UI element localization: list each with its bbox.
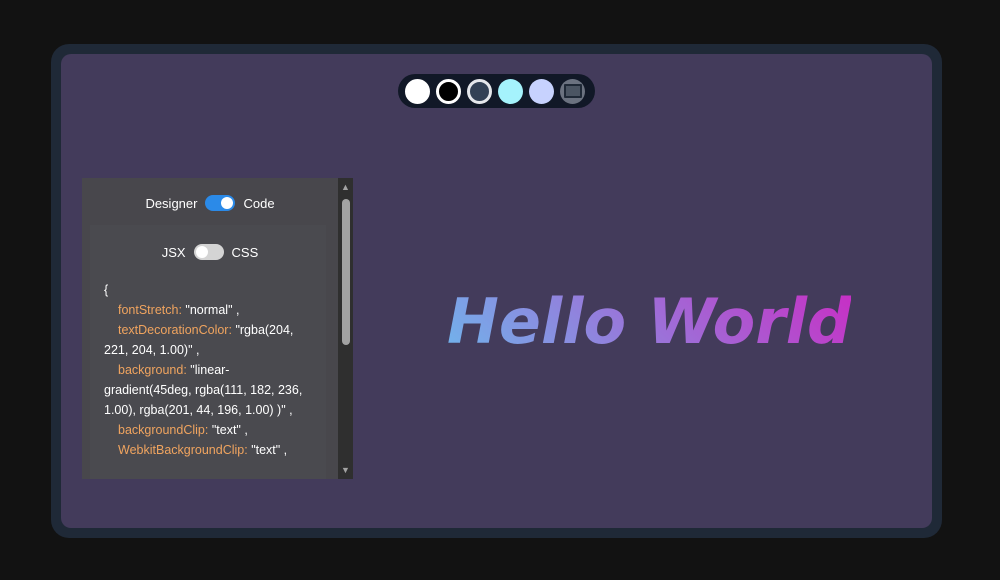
code-key: textDecorationColor:	[118, 323, 232, 337]
scroll-up-arrow-icon[interactable]: ▲	[338, 180, 353, 194]
swatch-slate[interactable]	[467, 78, 492, 104]
code-line: WebkitBackgroundClip: "text" ,	[104, 440, 309, 460]
code-panel-content: Designer Code JSX CSS { fontStretch: "no…	[82, 178, 338, 479]
code-value: "normal" ,	[185, 303, 240, 317]
code-value: "text" ,	[211, 423, 248, 437]
scroll-down-arrow-icon[interactable]: ▼	[338, 463, 353, 477]
scroll-thumb[interactable]	[342, 199, 350, 345]
mode-toggle-right-label: Code	[243, 195, 275, 211]
swatch-cyan[interactable]	[498, 78, 523, 104]
syntax-toggle-left-label: JSX	[161, 244, 186, 260]
toggle-knob	[195, 246, 208, 258]
toggle-knob	[221, 197, 234, 209]
code-text[interactable]: { fontStretch: "normal" , textDecoration…	[104, 280, 309, 460]
code-key: background:	[118, 363, 187, 377]
code-key: fontStretch:	[118, 303, 182, 317]
canvas-area: Designer Code JSX CSS { fontStretch: "no…	[61, 54, 932, 528]
app-frame: Designer Code JSX CSS { fontStretch: "no…	[51, 44, 942, 538]
code-line: background: "linear-gradient(45deg, rgba…	[104, 360, 309, 420]
code-panel-scrollbar[interactable]: ▲ ▼	[338, 178, 353, 479]
jsx-css-toggle[interactable]	[193, 244, 224, 260]
code-line: backgroundClip: "text" ,	[104, 420, 309, 440]
code-open-brace: {	[104, 283, 109, 297]
code-line: fontStretch: "normal" ,	[104, 300, 309, 320]
code-line: textDecorationColor: "rgba(204, 221, 204…	[104, 320, 309, 360]
preview-text: Hello World	[447, 282, 851, 362]
mode-toggle-left-label: Designer	[145, 195, 198, 211]
transparent-grid-icon	[563, 84, 582, 98]
designer-code-toggle[interactable]	[205, 195, 236, 211]
code-value: "text" ,	[251, 443, 288, 457]
swatch-white[interactable]	[405, 78, 430, 104]
mode-toggle-row: Designer Code	[82, 195, 338, 211]
swatch-black[interactable]	[436, 78, 461, 104]
syntax-toggle-right-label: CSS	[231, 244, 259, 260]
code-panel: Designer Code JSX CSS { fontStretch: "no…	[82, 178, 353, 479]
code-key: WebkitBackgroundClip:	[118, 443, 248, 457]
swatch-transparent[interactable]	[560, 78, 585, 104]
code-key: backgroundClip:	[118, 423, 209, 437]
swatch-lavender[interactable]	[529, 78, 554, 104]
background-color-picker	[398, 74, 595, 108]
syntax-toggle-row: JSX CSS	[82, 244, 338, 260]
